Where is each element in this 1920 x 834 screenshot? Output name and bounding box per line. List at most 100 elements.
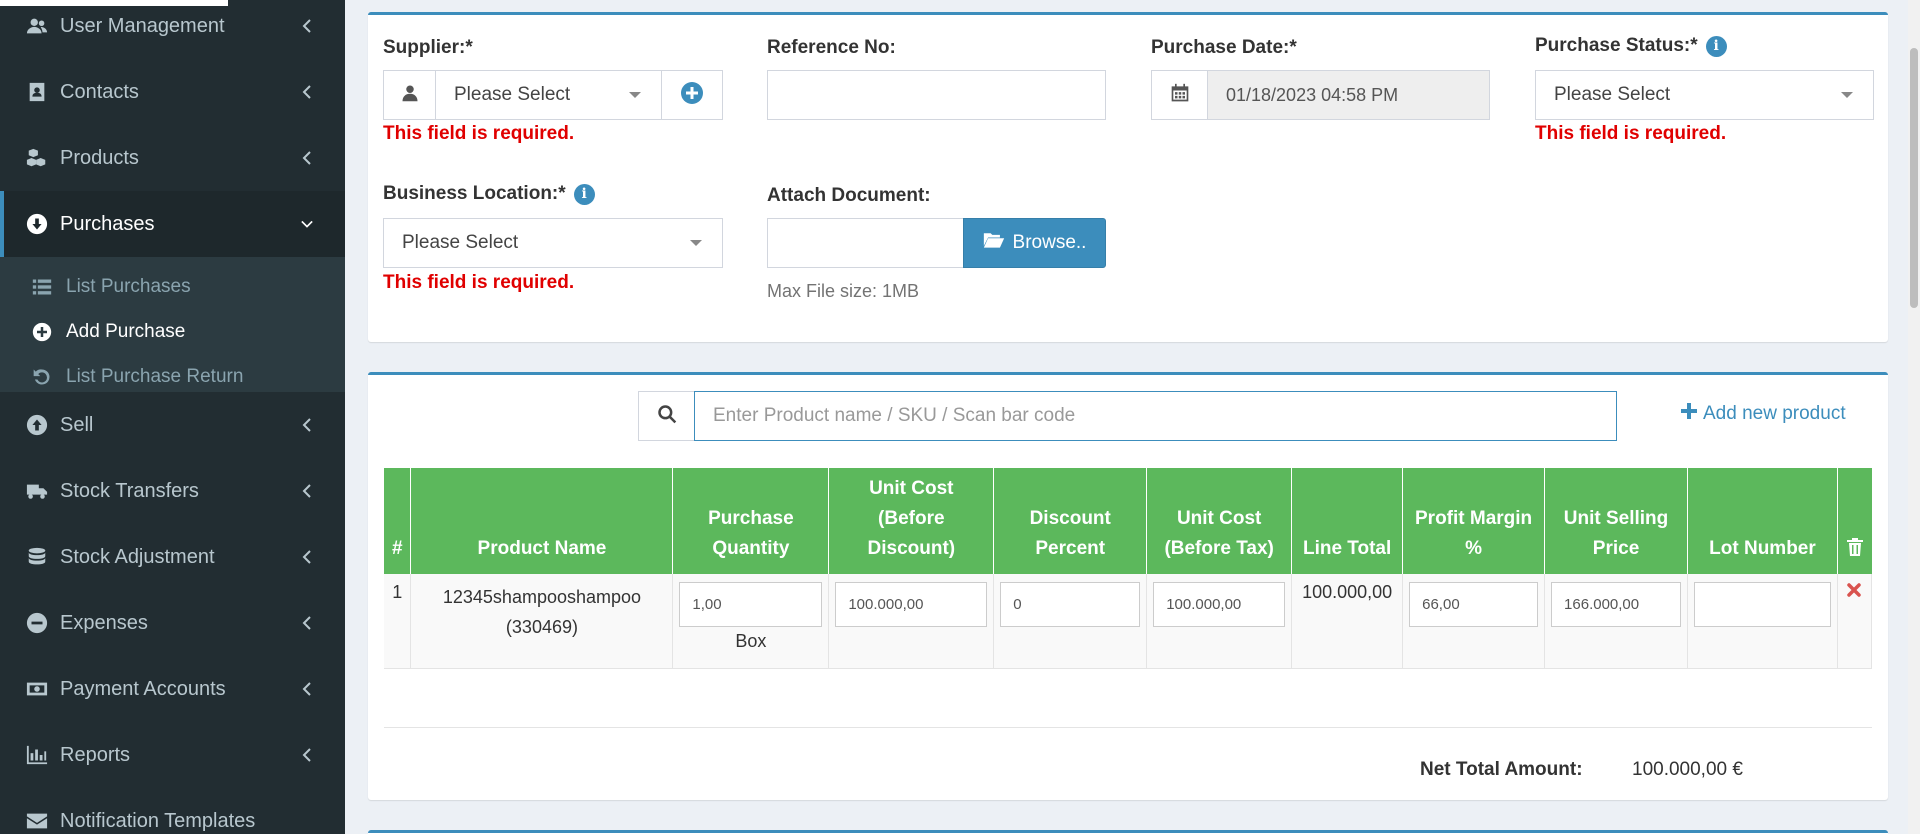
row-remove-cell [1837, 574, 1873, 669]
sidebar-item-expenses[interactable]: Expenses [0, 590, 345, 656]
chevron-left-icon [297, 616, 317, 630]
quantity-unit: Box [735, 631, 767, 651]
chevron-left-icon [297, 682, 317, 696]
profit-margin-input[interactable]: 66,00 [1409, 582, 1539, 627]
column-header-product-name: Product Name [410, 468, 674, 574]
sidebar-item-stock-transfers[interactable]: Stock Transfers [0, 458, 345, 524]
scrollbar-thumb[interactable] [1910, 48, 1918, 308]
next-box-top-edge [368, 830, 1888, 834]
supplier-select-value: Please Select [454, 84, 571, 105]
column-header-unit-selling-price: Unit Selling Price [1544, 468, 1688, 574]
calendar-addon [1151, 70, 1208, 120]
sidebar-item-label: Sell [60, 413, 94, 436]
users-icon [24, 15, 50, 37]
sidebar-item-label: Products [60, 146, 139, 169]
add-new-product-label: Add new product [1703, 403, 1846, 424]
sidebar-item-sell[interactable]: Sell [0, 392, 345, 458]
quantity-input[interactable]: 1,00 [679, 582, 823, 627]
sidebar-item-purchases[interactable]: Purchases [0, 191, 345, 257]
sidebar-item-payment-accounts[interactable]: Payment Accounts [0, 656, 345, 722]
purchase-details-box: Supplier:* Please Select This field is r… [368, 12, 1888, 342]
attach-document-input[interactable] [767, 218, 964, 268]
info-icon[interactable]: i [573, 183, 595, 205]
arrow-circle-up-icon [24, 414, 50, 436]
products-table: # Product Name Purchase Quantity Unit Co… [384, 468, 1873, 669]
chevron-left-icon [297, 550, 317, 564]
unit-cost-before-tax-input[interactable]: 100.000,00 [1153, 582, 1286, 627]
sidebar-item-label: Payment Accounts [60, 677, 226, 700]
unit-selling-price-input[interactable]: 166.000,00 [1551, 582, 1681, 627]
folder-open-icon [983, 231, 1005, 255]
user-icon [401, 84, 419, 107]
submenu-item-list-purchases[interactable]: List Purchases [0, 265, 345, 309]
submenu-item-label: List Purchases [66, 276, 191, 297]
sidebar-item-notification-templates[interactable]: Notification Templates [0, 788, 345, 834]
supplier-select[interactable]: Please Select [435, 70, 662, 120]
money-icon [24, 678, 50, 700]
column-header-unit-cost-before-tax: Unit Cost (Before Tax) [1146, 468, 1293, 574]
row-index: 1 [384, 574, 412, 669]
chevron-left-icon [297, 151, 317, 165]
add-new-product-link[interactable]: Add new product [1681, 403, 1846, 425]
product-search-input[interactable]: Enter Product name / SKU / Scan bar code [694, 391, 1617, 441]
column-header-index: # [384, 468, 412, 574]
info-icon[interactable]: i [1705, 35, 1727, 57]
unit-cost-before-discount-input[interactable]: 100.000,00 [835, 582, 988, 627]
submenu-item-add-purchase[interactable]: Add Purchase [0, 310, 345, 354]
page-scrollbar[interactable] [1908, 0, 1920, 834]
purchase-date-input[interactable]: 01/18/2023 04:58 PM [1207, 70, 1490, 120]
reference-label: Reference No: [767, 37, 896, 58]
remove-row-icon[interactable] [1846, 582, 1862, 602]
supplier-error: This field is required. [383, 123, 575, 144]
chevron-left-icon [297, 484, 317, 498]
sidebar-item-reports[interactable]: Reports [0, 722, 345, 788]
purchases-submenu: List Purchases Add Purchase List Purchas… [0, 257, 345, 392]
net-total-label: Net Total Amount: [1420, 759, 1583, 780]
chevron-left-icon [297, 85, 317, 99]
row-lot-number-cell [1687, 574, 1838, 669]
database-icon [24, 546, 50, 568]
sidebar-item-label: Notification Templates [60, 809, 256, 832]
sidebar-item-label: Expenses [60, 611, 148, 634]
sidebar-item-label: Purchases [60, 212, 155, 235]
table-row: 1 12345shampooshampoo (330469) 1,00 Box … [384, 574, 1873, 669]
purchase-status-select[interactable]: Please Select [1535, 70, 1874, 120]
sidebar-item-contacts[interactable]: Contacts [0, 59, 345, 125]
net-total-value: 100.000,00 € [1632, 759, 1743, 780]
envelope-icon [24, 810, 50, 832]
table-footer-divider [384, 727, 1872, 728]
business-location-select[interactable]: Please Select [383, 218, 723, 268]
caret-down-icon [629, 92, 641, 98]
sidebar-item-stock-adjustment[interactable]: Stock Adjustment [0, 524, 345, 590]
plus-circle-icon [30, 322, 54, 342]
sidebar-item-user-management[interactable]: User Management [0, 0, 345, 59]
business-location-label-wrap: Business Location:* i [383, 183, 595, 205]
list-icon [30, 277, 54, 297]
undo-icon [30, 367, 54, 387]
search-addon [638, 391, 695, 441]
sidebar: User Management Contacts Products Purcha… [0, 0, 345, 834]
add-supplier-button[interactable] [661, 70, 723, 120]
max-file-size-hint: Max File size: 1MB [767, 281, 920, 301]
calendar-icon [1170, 83, 1190, 108]
reference-input[interactable] [767, 70, 1106, 120]
sidebar-item-label: Stock Transfers [60, 479, 199, 502]
row-profit-margin-cell: 66,00 [1402, 574, 1546, 669]
business-location-label: Business Location:* [383, 183, 566, 204]
lot-number-input[interactable] [1694, 582, 1831, 627]
browse-button-label: Browse.. [1012, 232, 1087, 253]
purchase-status-label: Purchase Status:* [1535, 35, 1698, 56]
column-header-discount-percent: Discount Percent [993, 468, 1148, 574]
row-product-name: 12345shampooshampoo (330469) [410, 574, 674, 669]
purchase-date-label: Purchase Date:* [1151, 37, 1297, 58]
browse-button[interactable]: Browse.. [963, 218, 1106, 268]
purchase-status-label-wrap: Purchase Status:* i [1535, 35, 1727, 57]
row-quantity-cell: 1,00 Box [672, 574, 830, 669]
sidebar-top-highlight [0, 0, 228, 6]
address-book-icon [24, 81, 50, 103]
discount-percent-input[interactable]: 0 [1000, 582, 1141, 627]
products-box: Enter Product name / SKU / Scan bar code… [368, 372, 1888, 800]
minus-circle-icon [24, 612, 50, 634]
sidebar-item-products[interactable]: Products [0, 125, 345, 191]
chevron-left-icon [297, 418, 317, 432]
